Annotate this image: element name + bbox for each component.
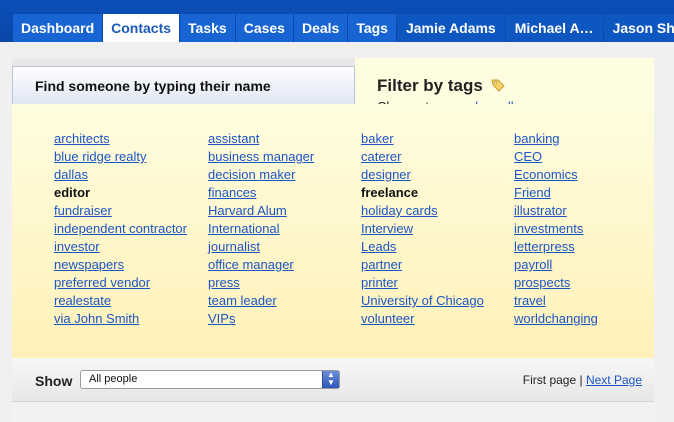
select-arrows-icon: ▲ ▼: [322, 371, 339, 388]
tag-link[interactable]: Leads: [361, 238, 521, 256]
pagination: First page | Next Page: [523, 373, 642, 387]
person-tab[interactable]: Jamie Adams: [396, 14, 505, 42]
tag-column: baker caterer designer freelance holiday car…: [361, 130, 521, 328]
tag-link[interactable]: team leader: [208, 292, 368, 310]
tag-link[interactable]: business manager: [208, 148, 368, 166]
tag-filter-box: architects blue ridge realty dallas editor f…: [12, 104, 654, 358]
tag-link[interactable]: caterer: [361, 148, 521, 166]
tag-column: banking CEO Economics Friend illustrator inve…: [514, 130, 674, 328]
filter-title: Filter by tags: [377, 76, 483, 95]
filter-by-tags-header: Filter by tags Choose tags or clear all: [355, 58, 654, 114]
show-filter-select[interactable]: All people ▲ ▼: [80, 370, 340, 389]
tag-link[interactable]: illustrator: [514, 202, 674, 220]
tag-link[interactable]: dallas: [54, 166, 214, 184]
tag-link[interactable]: investments: [514, 220, 674, 238]
tag-link[interactable]: banking: [514, 130, 674, 148]
tag-link[interactable]: investor: [54, 238, 214, 256]
tag-link[interactable]: printer: [361, 274, 521, 292]
tag-link[interactable]: assistant: [208, 130, 368, 148]
results-area: [12, 402, 654, 422]
tag-link[interactable]: via John Smith: [54, 310, 214, 328]
tag-link[interactable]: preferred vendor: [54, 274, 214, 292]
tag-link[interactable]: payroll: [514, 256, 674, 274]
tab-tags[interactable]: Tags: [348, 14, 396, 42]
tag-link[interactable]: decision maker: [208, 166, 368, 184]
tag-link[interactable]: Interview: [361, 220, 521, 238]
pager-separator: |: [579, 373, 583, 387]
tag-link[interactable]: partner: [361, 256, 521, 274]
nav-tabs: Dashboard Contacts Tasks Cases Deals Tags Jami…: [13, 14, 674, 42]
top-navigation: Dashboard Contacts Tasks Cases Deals Tags Jami…: [0, 0, 674, 42]
tag-link[interactable]: International: [208, 220, 368, 238]
tag-link[interactable]: University of Chicago: [361, 292, 521, 310]
tag-link[interactable]: volunteer: [361, 310, 521, 328]
tab-dashboard[interactable]: Dashboard: [13, 14, 103, 42]
tab-tasks[interactable]: Tasks: [180, 14, 235, 42]
tag-icon: [491, 79, 505, 92]
tag-link[interactable]: fundraiser: [54, 202, 214, 220]
person-tab[interactable]: Jason She…: [603, 14, 674, 42]
tag-link[interactable]: journalist: [208, 238, 368, 256]
tab-contacts[interactable]: Contacts: [103, 14, 180, 42]
tag-link[interactable]: office manager: [208, 256, 368, 274]
tag-link[interactable]: Friend: [514, 184, 674, 202]
tag-link[interactable]: holiday cards: [361, 202, 521, 220]
selected-tag[interactable]: editor: [54, 184, 214, 202]
tag-link[interactable]: baker: [361, 130, 521, 148]
tag-link[interactable]: newspapers: [54, 256, 214, 274]
tab-deals[interactable]: Deals: [293, 14, 348, 42]
selected-tag[interactable]: freelance: [361, 184, 521, 202]
tag-link[interactable]: designer: [361, 166, 521, 184]
tag-link[interactable]: architects: [54, 130, 214, 148]
tag-link[interactable]: blue ridge realty: [54, 148, 214, 166]
tag-link[interactable]: CEO: [514, 148, 674, 166]
tag-link[interactable]: travel: [514, 292, 674, 310]
tag-link[interactable]: independent contractor: [54, 220, 214, 238]
person-tab[interactable]: Michael A…: [505, 14, 603, 42]
tab-cases[interactable]: Cases: [235, 14, 293, 42]
find-by-name-label: Find someone by typing their name: [35, 78, 271, 94]
show-label: Show: [35, 373, 73, 389]
contacts-panel: Find someone by typing their name Filter…: [12, 58, 654, 422]
tag-link[interactable]: worldchanging: [514, 310, 674, 328]
tag-column: architects blue ridge realty dallas editor f…: [54, 130, 214, 328]
first-page-label: First page: [522, 373, 577, 387]
tag-column: assistant business manager decision maker f…: [208, 130, 368, 328]
tag-link[interactable]: press: [208, 274, 368, 292]
tag-link[interactable]: Economics: [514, 166, 674, 184]
tag-link[interactable]: Harvard Alum: [208, 202, 368, 220]
tag-link[interactable]: finances: [208, 184, 368, 202]
find-by-name-tab[interactable]: Find someone by typing their name: [12, 66, 355, 104]
tag-link[interactable]: realestate: [54, 292, 214, 310]
tag-link[interactable]: prospects: [514, 274, 674, 292]
show-bar: Show All people ▲ ▼ First page | Next Pag…: [12, 358, 654, 402]
tag-link[interactable]: VIPs: [208, 310, 368, 328]
tag-link[interactable]: letterpress: [514, 238, 674, 256]
next-page-link[interactable]: Next Page: [586, 373, 642, 387]
show-filter-value: All people: [89, 373, 138, 385]
